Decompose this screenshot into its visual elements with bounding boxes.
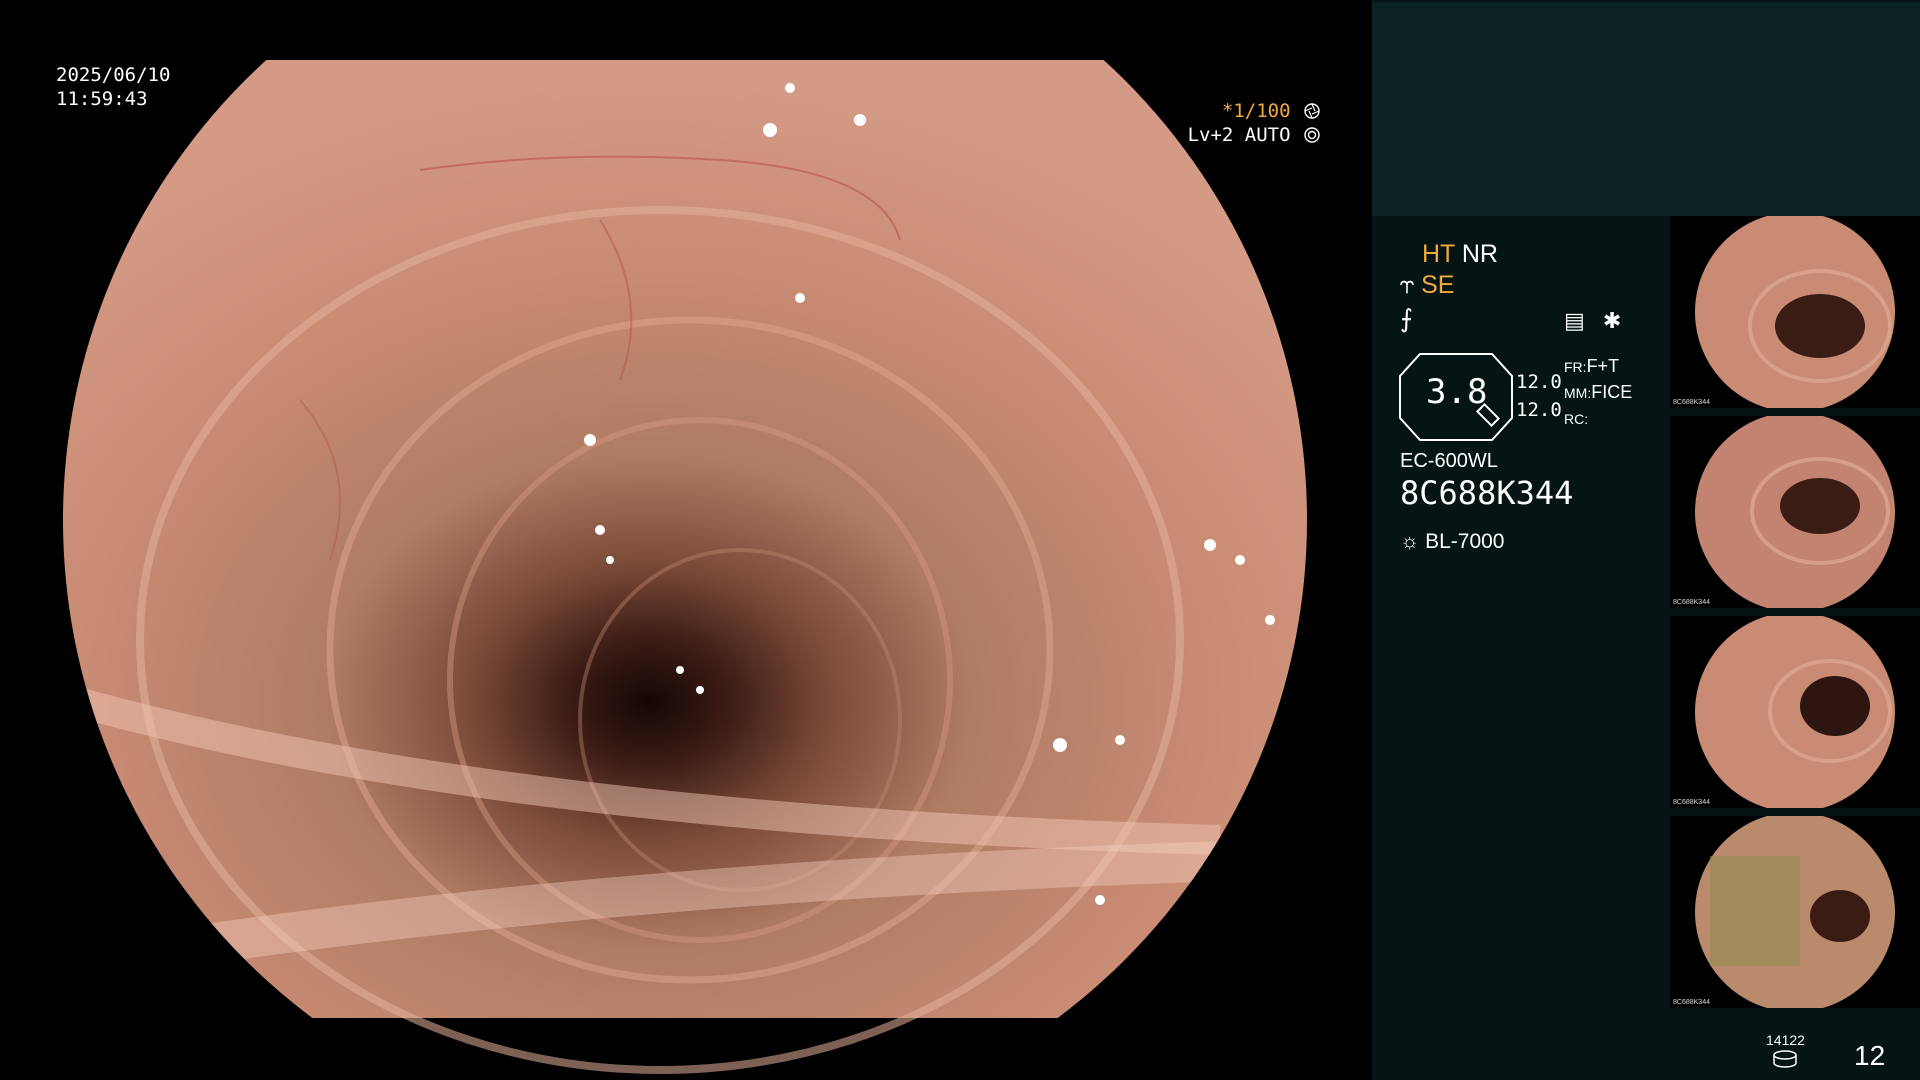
iris-icon xyxy=(1304,127,1320,143)
fr-value: F+T xyxy=(1586,356,1620,376)
numeric-readouts: 12.0 12.0 xyxy=(1516,368,1562,424)
ht-nr-row: HT NR xyxy=(1422,240,1498,269)
status-icons: ▤ ✱ xyxy=(1564,308,1621,334)
settings-readout: HT NR ⥾ SE ⨍ ▤ ✱ 3.8 12.0 12.0 FR:F+T MM… xyxy=(1372,216,1672,1080)
ht-label: HT xyxy=(1422,240,1455,268)
nr-label: NR xyxy=(1461,240,1498,268)
thumbnail-3[interactable]: 8C688K344 xyxy=(1670,616,1920,808)
endoscope-main-view: 2025/06/10 11:59:43 *1/100 Lv+2 AUTO xyxy=(0,0,1372,1080)
thumbnail-image xyxy=(1695,816,1895,1008)
datetime-display: 2025/06/10 11:59:43 xyxy=(56,64,170,112)
zoom-value: 3.8 xyxy=(1426,372,1488,412)
rc-key: RC: xyxy=(1564,411,1589,427)
thumbnail-label: 8C688K344 xyxy=(1673,799,1710,806)
sun-icon: ☼ xyxy=(1400,530,1420,553)
storage-info: 14122 12 xyxy=(1720,1020,1920,1080)
mode-readouts: FR:F+T MM:FICE RC: xyxy=(1564,354,1632,432)
disk-count: 14122 xyxy=(1766,1032,1805,1048)
se-label: SE xyxy=(1421,271,1455,299)
light-source: BL-7000 xyxy=(1425,530,1505,553)
aperture-icon xyxy=(1304,103,1320,119)
disk-icon xyxy=(1773,1050,1797,1068)
date-text: 2025/06/10 xyxy=(56,64,171,86)
fr-key: FR: xyxy=(1564,359,1587,375)
readout-2: 12.0 xyxy=(1516,399,1562,421)
exposure-display: *1/100 Lv+2 AUTO xyxy=(1188,100,1320,148)
thumbnail-image xyxy=(1695,216,1895,408)
thumbnail-1[interactable]: 8C688K344 xyxy=(1670,216,1920,408)
scope-serial: 8C688K344 xyxy=(1400,474,1574,512)
structure-enhance-icon: ⥾ xyxy=(1400,271,1415,299)
se-row: ⥾ SE xyxy=(1400,271,1454,300)
freeze-icon: ⨍ xyxy=(1400,305,1414,333)
thumbnail-image xyxy=(1695,416,1895,608)
thumbnail-4[interactable]: 8C688K344 xyxy=(1670,816,1920,1008)
thumbnail-2[interactable]: 8C688K344 xyxy=(1670,416,1920,608)
time-text: 11:59:43 xyxy=(56,87,148,110)
right-info-panel: HT NR ⥾ SE ⨍ ▤ ✱ 3.8 12.0 12.0 FR:F+T MM… xyxy=(1372,0,1920,1080)
asterisk-icon: ✱ xyxy=(1602,308,1622,333)
memo-icon: ▤ xyxy=(1564,308,1585,333)
shutter-speed: *1/100 xyxy=(1221,100,1291,122)
light-source-row: ☼ BL-7000 xyxy=(1400,530,1505,554)
thumbnail-label: 8C688K344 xyxy=(1673,999,1710,1006)
mm-value: FICE xyxy=(1591,382,1633,402)
thumbnail-image xyxy=(1695,616,1895,808)
readout-1: 12.0 xyxy=(1516,371,1562,393)
mm-key: MM: xyxy=(1564,385,1592,401)
thumbnail-label: 8C688K344 xyxy=(1673,399,1710,406)
thumbnail-label: 8C688K344 xyxy=(1673,599,1710,606)
colon-lumen-image xyxy=(63,0,1307,1080)
iris-mode: Lv+2 AUTO xyxy=(1187,123,1291,146)
panel-header-area xyxy=(1372,2,1920,216)
image-count: 12 xyxy=(1854,1040,1886,1071)
scope-model: EC-600WL xyxy=(1400,450,1498,472)
